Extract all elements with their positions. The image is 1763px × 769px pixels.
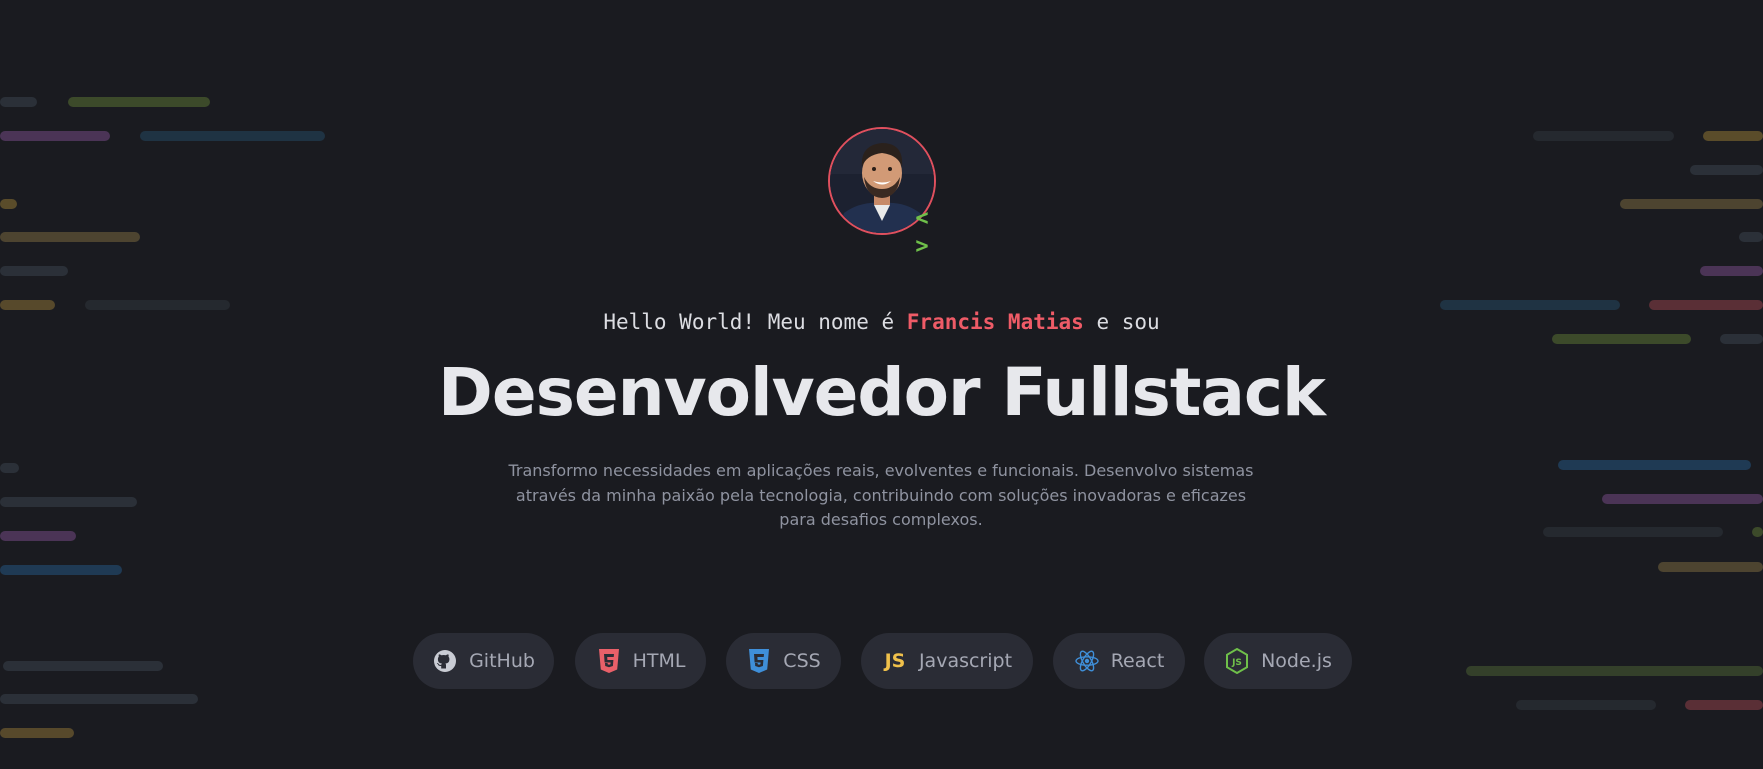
skill-label: Javascript	[918, 650, 1013, 672]
javascript-icon: JS	[884, 650, 906, 672]
intro-name: Francis Matias	[906, 310, 1084, 334]
nodejs-icon: JS	[1224, 648, 1250, 674]
intro-line: Hello World! Meu nome é Francis Matias e…	[0, 310, 1763, 334]
skill-chip-github[interactable]: GitHub	[413, 633, 554, 689]
intro-suffix: e sou	[1096, 310, 1160, 334]
css3-icon	[746, 648, 772, 674]
skill-chip-nodejs[interactable]: JS Node.js	[1204, 633, 1352, 689]
skill-chip-javascript[interactable]: JS Javascript	[861, 633, 1033, 689]
skill-label: React	[1110, 650, 1165, 672]
react-icon	[1074, 648, 1100, 674]
code-brackets-icon: < >	[915, 206, 935, 259]
skill-label: Node.js	[1261, 650, 1332, 672]
hero-description: Transformo necessidades em aplicações re…	[508, 461, 1254, 529]
svg-text:JS: JS	[1231, 658, 1242, 668]
github-icon	[432, 648, 458, 674]
hero-section: < > Hello World! Meu nome é Francis Mati…	[0, 0, 1763, 769]
skill-label: GitHub	[469, 650, 535, 672]
intro-prefix: Hello World! Meu nome é	[603, 310, 895, 334]
skill-chip-css[interactable]: CSS	[726, 633, 841, 689]
html5-icon	[596, 648, 622, 674]
skill-chip-react[interactable]: React	[1053, 633, 1185, 689]
page-title: Desenvolvedor Fullstack	[438, 354, 1326, 431]
skill-label: HTML	[632, 650, 686, 672]
skill-label: CSS	[783, 650, 821, 672]
skill-chip-html[interactable]: HTML	[575, 633, 706, 689]
